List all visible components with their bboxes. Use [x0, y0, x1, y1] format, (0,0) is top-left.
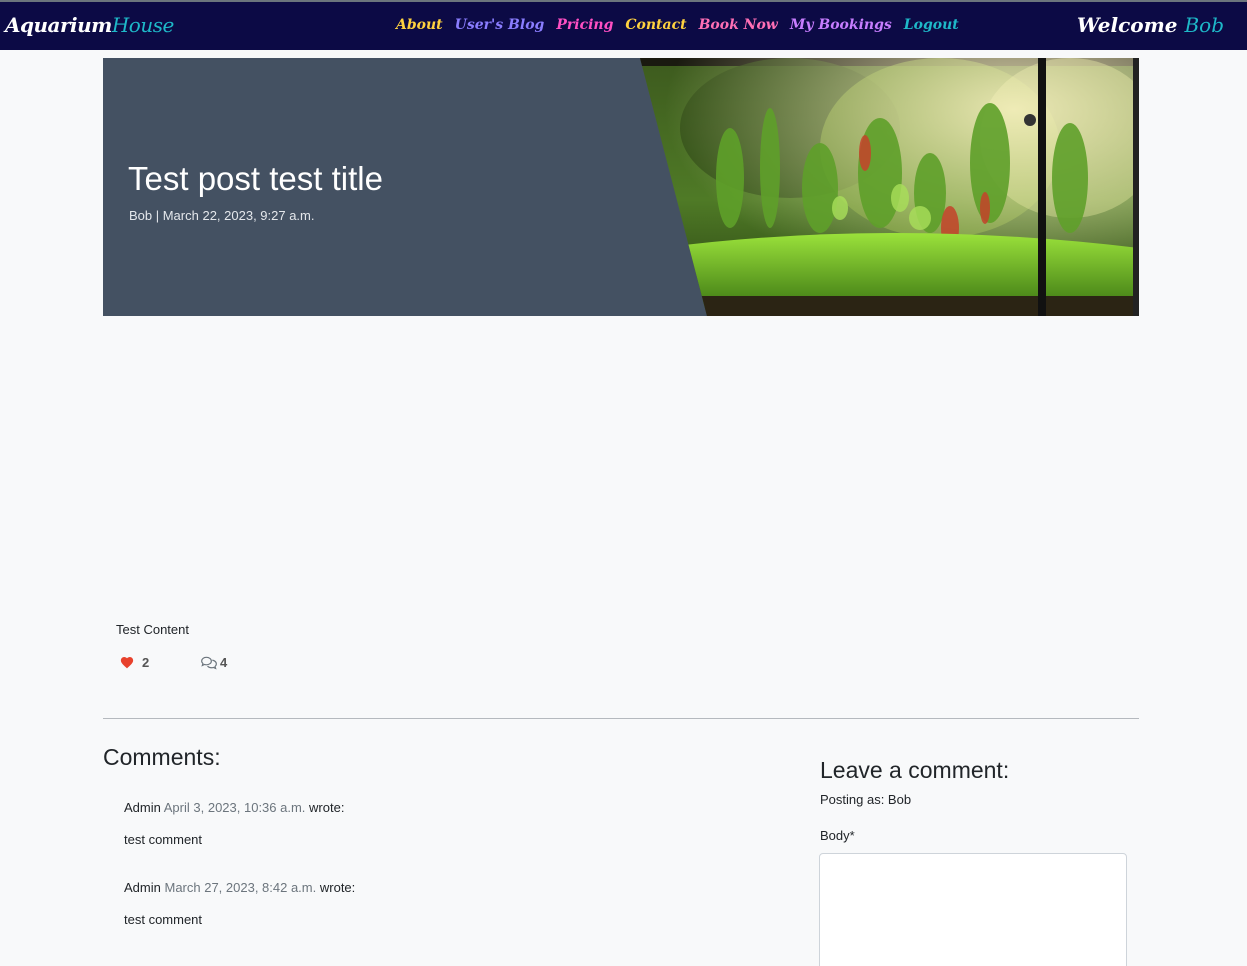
posting-as-text: Posting as: Bob [820, 792, 912, 807]
post-meta: Bob | March 22, 2023, 9:27 a.m. [129, 208, 315, 223]
comment-body: test comment [124, 832, 203, 847]
comment-body-field[interactable] [819, 853, 1127, 966]
section-divider [103, 718, 1139, 719]
nav-pricing[interactable]: Pricing [556, 17, 613, 33]
nav-logout[interactable]: Logout [904, 17, 959, 33]
aquarium-image [640, 58, 1139, 316]
comments-heading: Comments: [103, 744, 221, 770]
like-button[interactable]: 2 [120, 655, 149, 670]
post-header: Test post test title Bob | March 22, 202… [103, 58, 1139, 316]
nav-book-now[interactable]: Book Now [699, 17, 778, 33]
nav-links: About User's Blog Pricing Contact Book N… [396, 17, 959, 33]
welcome-username: Bob [1184, 13, 1224, 37]
comment-author: Admin [124, 800, 161, 815]
likes-count: 2 [142, 655, 150, 670]
comments-icon [201, 656, 217, 670]
top-navbar: AquariumHouse About User's Blog Pricing … [0, 0, 1247, 50]
welcome-part1: Welcome [1076, 13, 1178, 37]
comments-count-value: 4 [220, 655, 228, 670]
comment-wrote: wrote: [319, 880, 356, 895]
nav-users-blog[interactable]: User's Blog [455, 17, 545, 33]
comment-body: test comment [124, 912, 203, 927]
comment-count: 4 [201, 655, 227, 670]
body-label: Body* [820, 828, 855, 843]
post-title: Test post test title [128, 160, 383, 197]
heart-icon [120, 656, 134, 669]
post-content: Test Content [116, 622, 189, 637]
brand-part2: House [111, 13, 174, 37]
comment-date: March 27, 2023, 8:42 a.m. [164, 880, 317, 895]
nav-my-bookings[interactable]: My Bookings [790, 17, 892, 33]
leave-comment-heading: Leave a comment: [820, 757, 1010, 783]
comment-author: Admin [124, 880, 161, 895]
comment-header: Admin March 27, 2023, 8:42 a.m. wrote: [124, 880, 355, 895]
comment-date: April 3, 2023, 10:36 a.m. [163, 800, 306, 815]
nav-about[interactable]: About [396, 17, 443, 33]
brand-part1: Aquarium [5, 13, 112, 37]
nav-contact[interactable]: Contact [625, 17, 686, 33]
brand-logo[interactable]: AquariumHouse [5, 13, 174, 37]
welcome-message: Welcome Bob [1077, 13, 1224, 37]
comment-header: Admin April 3, 2023, 10:36 a.m. wrote: [124, 800, 344, 815]
comment-wrote: wrote: [309, 800, 345, 815]
